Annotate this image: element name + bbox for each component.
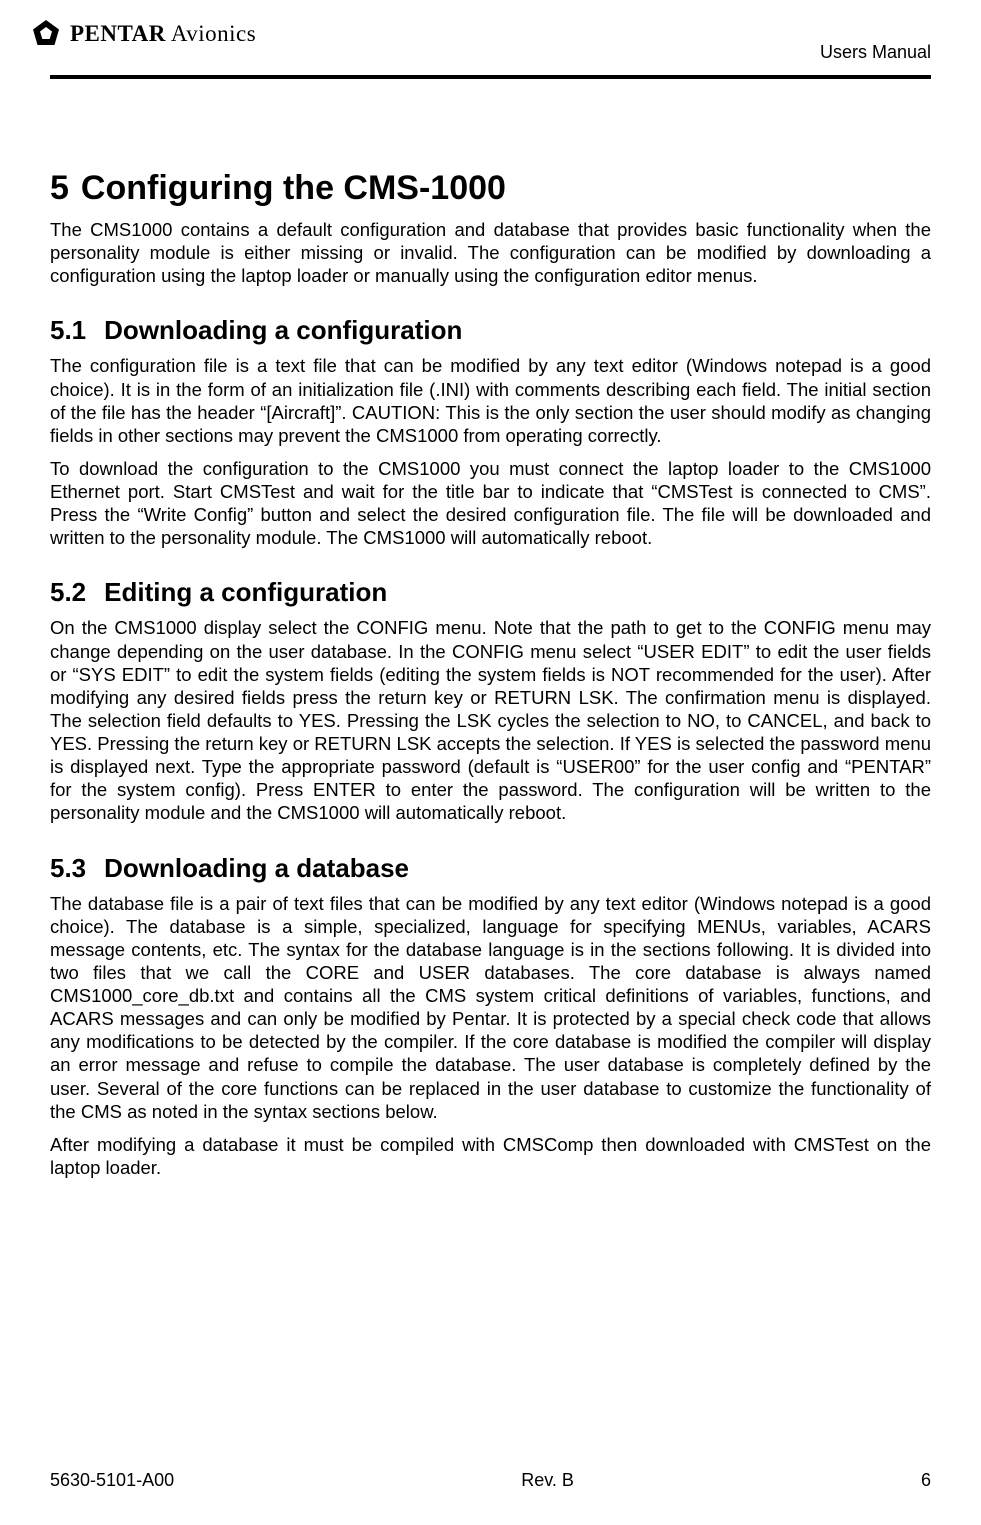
manual-label: Users Manual [820,42,931,63]
h1-title: Configuring the CMS-1000 [81,169,506,207]
brand-bold: PENTAR [70,21,166,46]
h2-title: Downloading a database [104,853,409,883]
footer-doc-number: 5630-5101-A00 [50,1470,174,1491]
section-5-heading: 5 Configuring the CMS-1000 [50,169,931,208]
footer-revision: Rev. B [521,1470,574,1491]
h2-number: 5.1 [50,315,86,346]
brand-light: Avionics [166,21,256,46]
section-5-3-p2: After modifying a database it must be co… [50,1133,931,1179]
h2-title: Downloading a configuration [104,315,462,345]
section-5-3-heading: 5.3 Downloading a database [50,853,931,884]
logo-area: PENTAR Avionics [30,18,256,50]
h2-number: 5.2 [50,577,86,608]
pentar-logo-icon [30,18,62,50]
section-5-1-p1: The configuration file is a text file th… [50,354,931,447]
page-footer: 5630-5101-A00 Rev. B 6 [50,1470,931,1491]
section-5-1-p2: To download the configuration to the CMS… [50,457,931,550]
page-header: PENTAR Avionics Users Manual [0,0,981,63]
h1-number: 5 [50,169,69,208]
h2-title: Editing a configuration [104,577,387,607]
section-5-1-heading: 5.1 Downloading a configuration [50,315,931,346]
page-content: 5 Configuring the CMS-1000 The CMS1000 co… [0,79,981,1179]
footer-page-number: 6 [921,1470,931,1491]
section-5-2-heading: 5.2 Editing a configuration [50,577,931,608]
section-5-2-p1: On the CMS1000 display select the CONFIG… [50,616,931,824]
h2-number: 5.3 [50,853,86,884]
section-5-intro: The CMS1000 contains a default configura… [50,218,931,287]
section-5-3-p1: The database file is a pair of text file… [50,892,931,1123]
brand-name: PENTAR Avionics [70,21,256,47]
